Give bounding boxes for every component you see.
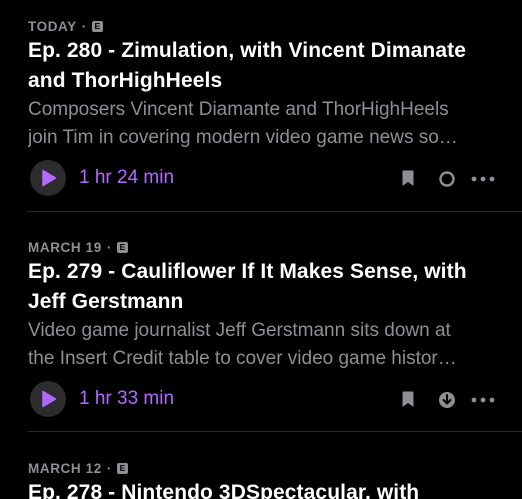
play-icon: [42, 169, 57, 187]
explicit-icon: E: [116, 462, 128, 474]
episode-title-line: and ThorHighHeels: [28, 69, 223, 92]
bookmark-icon[interactable]: [401, 391, 415, 408]
explicit-icon: E: [116, 241, 128, 253]
episode-title[interactable]: Ep. 279 - Cauliflower If It Makes Sense,…: [28, 257, 508, 317]
episode-description-line: join Tim in covering modern video game n…: [28, 127, 458, 148]
episode-meta: MARCH 12 · E: [28, 459, 128, 477]
more-icon[interactable]: [471, 176, 495, 182]
row-divider: [27, 431, 522, 432]
play-button[interactable]: [30, 381, 66, 417]
episode-duration: 1 hr 33 min: [79, 388, 175, 409]
episode-title-line: Jeff Gerstmann: [28, 290, 184, 313]
episode-controls: 1 hr 33 min: [0, 379, 522, 419]
play-button[interactable]: [30, 160, 66, 196]
download-icon[interactable]: [437, 390, 457, 410]
episode-date: TODAY: [28, 18, 77, 34]
episode-date: MARCH 12: [28, 460, 102, 476]
explicit-icon: E: [91, 20, 103, 32]
bookmark-icon[interactable]: [401, 170, 415, 187]
episode-meta: TODAY · E: [28, 17, 103, 35]
episode-description[interactable]: Composers Vincent Diamante and ThorHighH…: [28, 96, 496, 152]
meta-separator: ·: [106, 239, 112, 255]
in-progress-icon[interactable]: [437, 169, 457, 189]
episode-description-line: Composers Vincent Diamante and ThorHighH…: [28, 99, 449, 120]
episode-title[interactable]: Ep. 280 - Zimulation, with Vincent Diman…: [28, 36, 508, 96]
episode-list: TODAY · E Ep. 280 - Zimulation, with Vin…: [0, 0, 522, 499]
episode-title-line: Ep. 280 - Zimulation, with Vincent Diman…: [28, 39, 466, 62]
episode-date: MARCH 19: [28, 239, 102, 255]
meta-separator: ·: [81, 18, 87, 34]
episode-description[interactable]: Video game journalist Jeff Gerstmann sit…: [28, 317, 496, 373]
episode-title-line: Ep. 278 - Nintendo 3DSpectacular, with: [28, 481, 420, 499]
episode-duration: 1 hr 24 min: [79, 167, 175, 188]
episode-title[interactable]: Ep. 278 - Nintendo 3DSpectacular, with: [28, 478, 508, 499]
episode-controls: 1 hr 24 min: [0, 158, 522, 198]
meta-separator: ·: [106, 460, 112, 476]
row-divider: [27, 211, 522, 212]
more-icon[interactable]: [471, 397, 495, 403]
episode-description-line: Video game journalist Jeff Gerstmann sit…: [28, 320, 451, 341]
episode-description-line: the Insert Credit table to cover video g…: [28, 348, 457, 369]
play-icon: [42, 390, 57, 408]
episode-meta: MARCH 19 · E: [28, 238, 128, 256]
episode-title-line: Ep. 279 - Cauliflower If It Makes Sense,…: [28, 260, 467, 283]
